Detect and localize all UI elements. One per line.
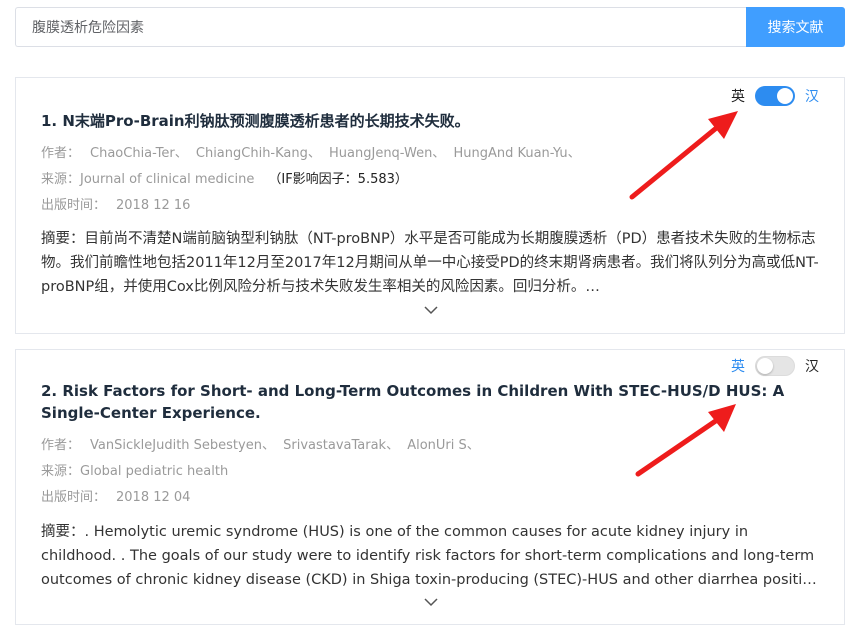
search-bar: 搜索文献	[15, 7, 845, 47]
toggle-label-zh[interactable]: 汉	[805, 356, 819, 376]
authors-list: ChaoChia-Ter、 ChiangChih-Kang、 HuangJenq…	[90, 141, 585, 167]
publish-date: 2018 12 16	[116, 198, 191, 213]
switch-knob	[777, 88, 793, 104]
author: ChiangChih-Kang、	[195, 146, 321, 161]
authors-label: 作者：	[41, 146, 81, 161]
authors-list: VanSickleJudith Sebestyen、 SrivastavaTar…	[90, 433, 484, 459]
language-toggle: 英 汉	[731, 86, 819, 106]
article-title[interactable]: 2. Risk Factors for Short- and Long-Term…	[41, 380, 824, 424]
author: HuangJenq-Wen、	[329, 146, 446, 161]
authors-label: 作者：	[41, 438, 81, 453]
toggle-label-en[interactable]: 英	[731, 86, 745, 106]
author: SrivastavaTarak、	[283, 438, 400, 453]
article-meta: 作者： VanSickleJudith Sebestyen、 Srivastav…	[41, 433, 824, 511]
search-button[interactable]: 搜索文献	[746, 7, 845, 47]
article-abstract: 摘要：目前尚不清楚N端前脑钠型利钠肽（NT-proBNP）水平是否可能成为长期腹…	[41, 231, 819, 295]
source-journal: Journal of clinical medicine	[80, 172, 255, 187]
date-label: 出版时间：	[41, 490, 107, 505]
source-label: 来源：	[41, 464, 81, 479]
language-switch[interactable]	[755, 356, 795, 376]
chevron-down-icon[interactable]	[423, 596, 439, 608]
author: VanSickleJudith Sebestyen、	[90, 438, 275, 453]
source-row: 来源： Journal of clinical medicine （IF影响因子…	[41, 167, 824, 193]
language-toggle: 英 汉	[731, 356, 819, 376]
search-input[interactable]	[15, 7, 746, 47]
chevron-down-icon[interactable]	[423, 304, 439, 316]
article-meta: 作者： ChaoChia-Ter、 ChiangChih-Kang、 Huang…	[41, 141, 824, 219]
date-row: 出版时间： 2018 12 16	[41, 193, 824, 219]
date-label: 出版时间：	[41, 198, 107, 213]
author: AlonUri S、	[407, 438, 480, 453]
article-abstract: 摘要：. Hemolytic uremic syndrome (HUS) is …	[41, 524, 820, 588]
switch-knob	[757, 358, 773, 374]
source-journal: Global pediatric health	[80, 464, 229, 479]
source-row: 来源： Global pediatric health	[41, 459, 824, 485]
toggle-label-zh[interactable]: 汉	[805, 86, 819, 106]
authors-row: 作者： ChaoChia-Ter、 ChiangChih-Kang、 Huang…	[41, 141, 824, 167]
article-card: 英 汉 1. N末端Pro-Brain利钠肽预测腹膜透析患者的长期技术失败。 作…	[15, 77, 845, 334]
publish-date: 2018 12 04	[116, 490, 191, 505]
authors-row: 作者： VanSickleJudith Sebestyen、 Srivastav…	[41, 433, 824, 459]
toggle-label-en[interactable]: 英	[731, 356, 745, 376]
impact-factor: （IF影响因子：5.583）	[268, 172, 408, 187]
author: ChaoChia-Ter、	[90, 146, 188, 161]
article-card: 英 汉 2. Risk Factors for Short- and Long-…	[15, 349, 845, 625]
source-label: 来源：	[41, 172, 81, 187]
date-row: 出版时间： 2018 12 04	[41, 485, 824, 511]
article-title[interactable]: 1. N末端Pro-Brain利钠肽预测腹膜透析患者的长期技术失败。	[41, 110, 824, 132]
language-switch[interactable]	[755, 86, 795, 106]
author: HungAnd Kuan-Yu、	[453, 146, 581, 161]
